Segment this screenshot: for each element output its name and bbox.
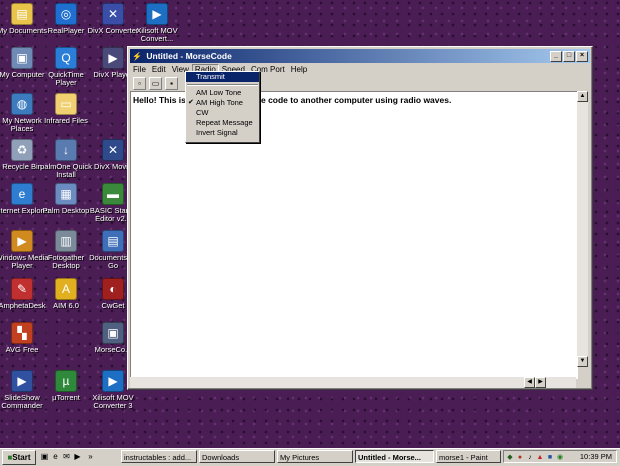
desktop-shortcut[interactable]: ▶ Xilisoft MOV Convert... bbox=[129, 3, 185, 43]
scroll-up-button[interactable]: ▲ bbox=[577, 91, 588, 102]
taskbar-button-paint[interactable]: morse1 - Paint bbox=[436, 450, 501, 463]
menu-item-label: CW bbox=[196, 108, 209, 117]
divx-movie-icon: ✕ bbox=[102, 139, 124, 161]
tray-avg-icon[interactable]: ● bbox=[516, 454, 524, 462]
aim-icon: A bbox=[55, 278, 77, 300]
network-icon: ◍ bbox=[11, 93, 33, 115]
cwget-icon: ◐ bbox=[102, 278, 124, 300]
recycle-bin-icon: ♻ bbox=[11, 139, 33, 161]
documents-to-go-icon: ▤ bbox=[102, 230, 124, 252]
menu-item-am-high-tone[interactable]: ✔ AM High Tone bbox=[186, 98, 259, 108]
taskbar-button-morsecode[interactable]: Untitled - Morse... bbox=[355, 450, 434, 463]
vertical-scrollbar[interactable]: ▲ ▼ bbox=[577, 91, 588, 367]
media-player-icon: ▶ bbox=[11, 230, 33, 252]
open-folder-icon[interactable]: ▭ bbox=[149, 77, 162, 90]
menu-item-transmit[interactable]: Transmit bbox=[186, 72, 259, 82]
menu-item-cw[interactable]: CW bbox=[186, 108, 259, 118]
folder-icon: ▭ bbox=[55, 93, 77, 115]
desktop-shortcut[interactable]: ▚ AVG Free bbox=[0, 322, 50, 354]
scroll-left-button[interactable]: ◀ bbox=[524, 377, 535, 388]
clock: 10:39 PM bbox=[579, 452, 612, 461]
xilisoft-converter-icon: ▶ bbox=[102, 370, 124, 392]
menu-separator bbox=[187, 84, 258, 86]
utorrent-icon: µ bbox=[55, 370, 77, 392]
slideshow-icon: ▶ bbox=[11, 370, 33, 392]
taskbar: ■Start ▣ e ✉ ▶ » instructables : add... … bbox=[0, 448, 620, 466]
horizontal-scroll-track[interactable]: ◀ ▶ bbox=[130, 377, 576, 388]
tray-security-icon[interactable]: ▲ bbox=[536, 454, 544, 462]
palm-install-icon: ↓ bbox=[55, 139, 77, 161]
xilisoft-icon: ▶ bbox=[146, 3, 168, 25]
folder-documents-icon: ▤ bbox=[11, 3, 33, 25]
computer-icon: ▣ bbox=[11, 47, 33, 69]
menu-item-label: Transmit bbox=[196, 72, 225, 81]
divx-player-icon: ▶ bbox=[102, 47, 124, 69]
minimize-button[interactable]: _ bbox=[550, 51, 562, 62]
quicklaunch-ie-icon[interactable]: e bbox=[51, 452, 60, 461]
save-icon[interactable]: ▪ bbox=[165, 77, 178, 90]
editor-text: Hello! This is how to send morse code to… bbox=[133, 95, 452, 105]
quicklaunch-media-icon[interactable]: ▶ bbox=[73, 452, 82, 461]
menu-edit[interactable]: Edit bbox=[149, 64, 169, 75]
task-label: instructables : add... bbox=[124, 453, 192, 462]
quicklaunch-chevron-icon[interactable]: » bbox=[86, 452, 95, 461]
desktop-shortcut[interactable]: ▭ Infrared Files bbox=[38, 93, 94, 125]
title-bar[interactable]: ⚡ Untitled - MorseCode _ □ × bbox=[130, 49, 590, 63]
scroll-right-button[interactable]: ▶ bbox=[535, 377, 546, 388]
app-icon: ⚡ bbox=[132, 52, 142, 61]
desktop-shortcut-label: Infrared Files bbox=[44, 116, 88, 125]
menu-item-am-low-tone[interactable]: AM Low Tone bbox=[186, 88, 259, 98]
desktop-shortcut-label: AVG Free bbox=[5, 345, 39, 354]
task-label: Downloads bbox=[202, 453, 240, 462]
radio-dropdown-menu: Transmit AM Low Tone ✔ AM High Tone CW Re… bbox=[185, 71, 260, 143]
tray-volume-icon[interactable]: ♪ bbox=[526, 454, 534, 462]
internet-explorer-icon: e bbox=[11, 183, 33, 205]
menu-item-label: Repeat Message bbox=[196, 118, 253, 127]
quicktime-icon: Q bbox=[55, 47, 77, 69]
scroll-down-button[interactable]: ▼ bbox=[577, 356, 588, 367]
tray-sync-icon[interactable]: ◉ bbox=[556, 454, 564, 462]
menu-item-label: Invert Signal bbox=[196, 128, 238, 137]
fotogather-icon: ▥ bbox=[55, 230, 77, 252]
morsecode-icon: ▣ bbox=[102, 322, 124, 344]
realplayer-icon: ◎ bbox=[55, 3, 77, 25]
menu-item-label: AM Low Tone bbox=[196, 88, 242, 97]
window-title: Untitled - MorseCode bbox=[146, 51, 232, 61]
avg-icon: ▚ bbox=[11, 322, 33, 344]
menu-item-invert-signal[interactable]: Invert Signal bbox=[186, 128, 259, 138]
start-label: Start bbox=[12, 453, 31, 462]
taskbar-button-instructables[interactable]: instructables : add... bbox=[121, 450, 197, 463]
divx-converter-icon: ✕ bbox=[102, 3, 124, 25]
taskbar-button-downloads[interactable]: Downloads bbox=[199, 450, 275, 463]
system-tray: ◆ ● ♪ ▲ ■ ◉ 10:39 PM bbox=[503, 450, 617, 463]
task-label: My Pictures bbox=[280, 453, 320, 462]
start-button[interactable]: ■Start bbox=[2, 450, 36, 465]
desktop-shortcut-label: Xilisoft MOV Converter 3 bbox=[92, 393, 134, 410]
close-button[interactable]: × bbox=[576, 51, 588, 62]
quicklaunch-desktop-icon[interactable]: ▣ bbox=[40, 452, 49, 461]
amphetadesk-icon: ✎ bbox=[11, 278, 33, 300]
new-file-icon[interactable]: ▫ bbox=[133, 77, 146, 90]
tray-network-icon[interactable]: ◆ bbox=[506, 454, 514, 462]
quicklaunch-outlook-icon[interactable]: ✉ bbox=[62, 452, 71, 461]
task-label: Untitled - Morse... bbox=[358, 453, 421, 462]
menu-item-label: AM High Tone bbox=[196, 98, 243, 107]
taskbar-button-my-pictures[interactable]: My Pictures bbox=[277, 450, 353, 463]
basic-stamp-icon: ▬ bbox=[102, 183, 124, 205]
maximize-button[interactable]: □ bbox=[563, 51, 575, 62]
tray-palm-icon[interactable]: ■ bbox=[546, 454, 554, 462]
menu-help[interactable]: Help bbox=[288, 64, 310, 75]
check-icon: ✔ bbox=[188, 99, 194, 106]
desktop-shortcut-label: Xilisoft MOV Convert... bbox=[136, 26, 178, 43]
palm-desktop-icon: ▦ bbox=[55, 183, 77, 205]
menu-item-repeat-message[interactable]: Repeat Message bbox=[186, 118, 259, 128]
menu-file[interactable]: File bbox=[130, 64, 149, 75]
task-label: morse1 - Paint bbox=[439, 453, 488, 462]
